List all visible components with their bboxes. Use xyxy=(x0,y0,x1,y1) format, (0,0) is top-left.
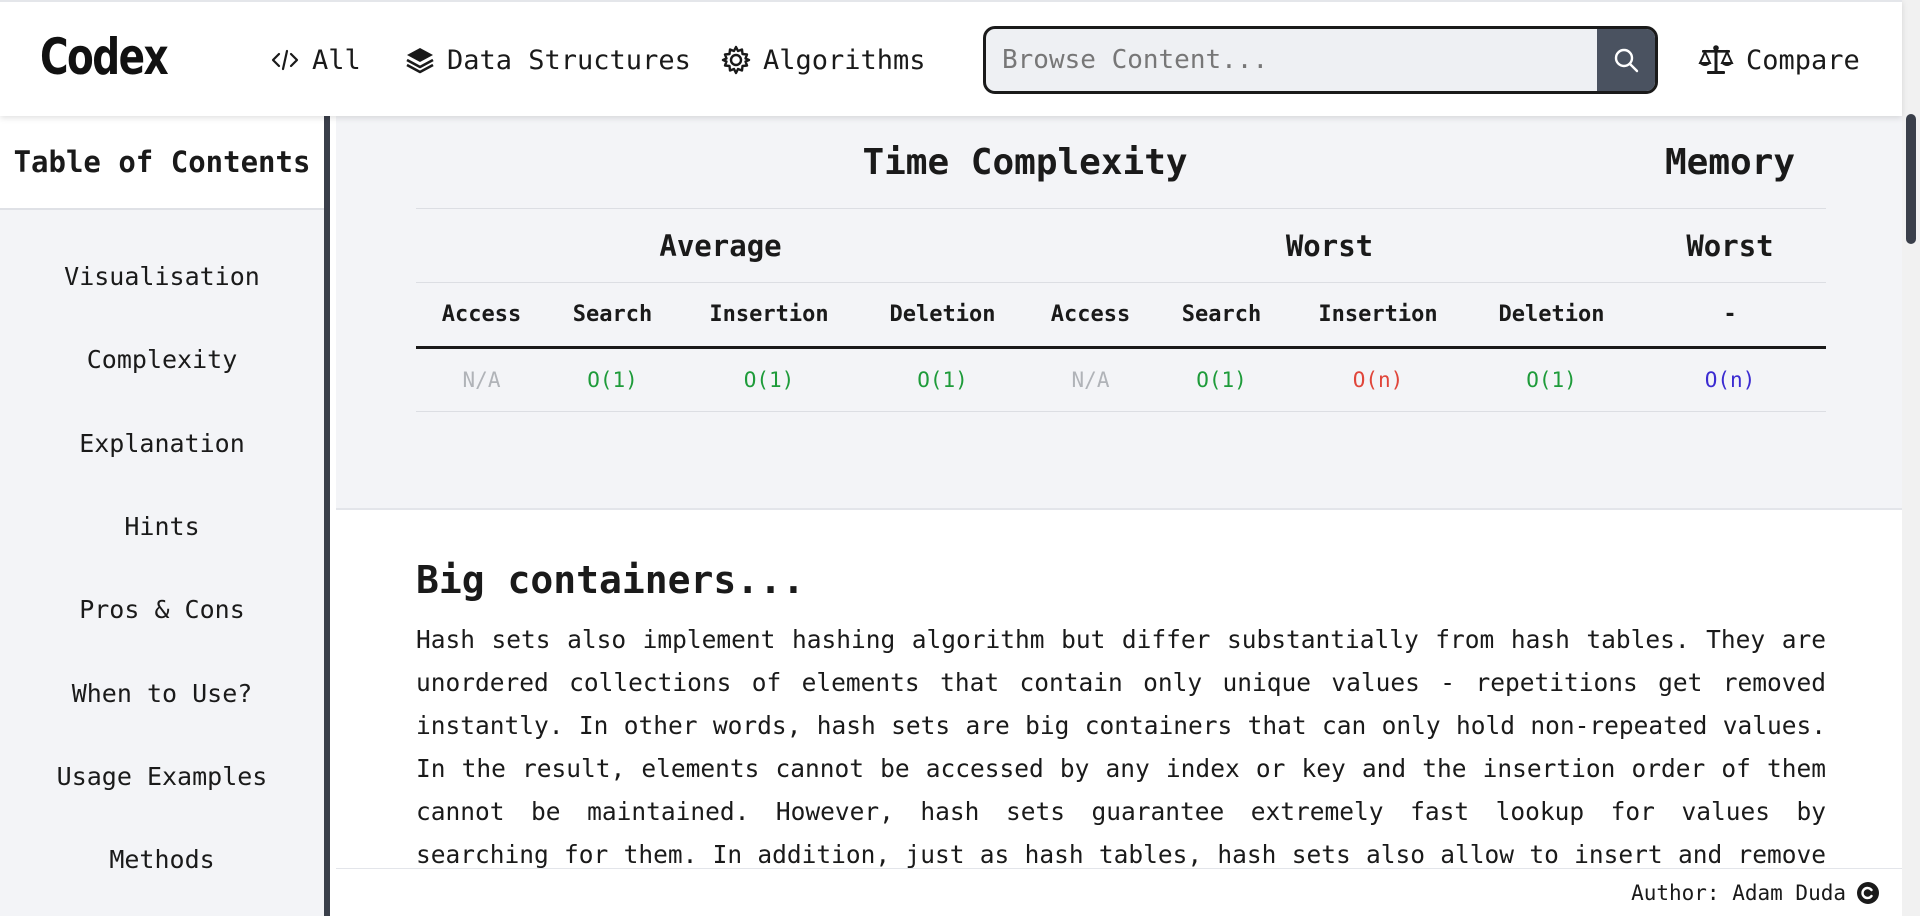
toc-item-usage-examples[interactable]: Usage Examples xyxy=(0,762,324,791)
toc-item-visualisation[interactable]: Visualisation xyxy=(0,262,324,291)
author-label: Author: Adam Duda xyxy=(1631,880,1846,905)
author-footer: Author: Adam Duda xyxy=(336,868,1902,916)
memory-worst-heading: Worst xyxy=(1686,228,1774,263)
toc-item-methods[interactable]: Methods xyxy=(0,845,324,874)
nav-all-label: All xyxy=(312,44,361,76)
complexity-value: N/A xyxy=(462,368,501,392)
layers-icon xyxy=(406,48,434,74)
nav-algorithms[interactable]: Algorithms xyxy=(721,40,926,80)
compare-label: Compare xyxy=(1746,44,1860,76)
table-row: N/A O(1) O(1) O(1) N/A O(1) O(n) O(1) O(… xyxy=(416,349,1826,412)
toc-item-complexity[interactable]: Complexity xyxy=(0,345,324,374)
nav-data-structures-label: Data Structures xyxy=(447,44,691,76)
toc-item-pros-cons[interactable]: Pros & Cons xyxy=(0,595,324,624)
search-input[interactable] xyxy=(986,29,1597,91)
worst-heading: Worst xyxy=(1285,228,1374,263)
complexity-value: O(1) xyxy=(1526,368,1577,392)
scrollbar-thumb[interactable] xyxy=(1906,114,1916,244)
complexity-value: O(1) xyxy=(743,368,795,392)
complexity-value: O(n) xyxy=(1704,368,1756,392)
search-bar xyxy=(983,26,1658,94)
table-column-headers: Access Search Insertion Deletion Access … xyxy=(416,283,1826,349)
column-header: Search xyxy=(1181,302,1262,327)
logo[interactable]: Codex xyxy=(40,28,169,86)
nav-data-structures[interactable]: Data Structures xyxy=(405,40,691,80)
column-header: Access xyxy=(1050,302,1131,327)
toc-item-explanation[interactable]: Explanation xyxy=(0,429,324,458)
explanation-section: Big containers... Hash sets also impleme… xyxy=(336,510,1902,916)
page-scrollbar[interactable] xyxy=(1902,0,1920,916)
complexity-value: N/A xyxy=(1071,368,1110,392)
column-header: Search xyxy=(572,302,653,327)
nav-all[interactable]: All xyxy=(270,40,361,80)
code-icon xyxy=(271,49,299,71)
column-header: Insertion xyxy=(1318,302,1438,327)
table-of-contents-sidebar: Table of Contents Visualisation Complexi… xyxy=(0,116,330,916)
main-content: Time Complexity Memory Average Worst Wor… xyxy=(336,116,1902,916)
toc-item-hints[interactable]: Hints xyxy=(0,512,324,541)
average-heading: Average xyxy=(659,228,782,263)
gear-icon xyxy=(721,45,751,75)
search-button[interactable] xyxy=(1597,29,1655,91)
column-header: Deletion xyxy=(889,302,996,327)
compare-button[interactable]: Compare xyxy=(1698,40,1860,80)
complexity-value: O(1) xyxy=(587,368,638,392)
table-header-row: Time Complexity Memory xyxy=(416,116,1826,209)
column-header: Access xyxy=(441,302,522,327)
nav-algorithms-label: Algorithms xyxy=(763,44,926,76)
toc-item-when-to-use[interactable]: When to Use? xyxy=(0,679,324,708)
copyright-icon xyxy=(1857,881,1879,904)
column-header: - xyxy=(1723,302,1737,327)
complexity-section: Time Complexity Memory Average Worst Wor… xyxy=(336,116,1902,510)
table-subheader-row: Average Worst Worst xyxy=(416,209,1826,283)
sidebar-title: Table of Contents xyxy=(0,116,324,210)
section-title: Big containers... xyxy=(416,558,805,602)
complexity-value: O(1) xyxy=(1196,368,1247,392)
complexity-value: O(1) xyxy=(917,368,968,392)
search-icon xyxy=(1614,48,1639,73)
time-complexity-heading: Time Complexity xyxy=(862,141,1188,183)
column-header: Insertion xyxy=(709,302,829,327)
scale-icon xyxy=(1698,45,1734,74)
top-header: Codex All Data Structures Algorithms Bro… xyxy=(0,0,1902,116)
column-header: Deletion xyxy=(1498,302,1605,327)
complexity-value: O(n) xyxy=(1352,368,1404,392)
memory-heading: Memory xyxy=(1664,141,1796,183)
